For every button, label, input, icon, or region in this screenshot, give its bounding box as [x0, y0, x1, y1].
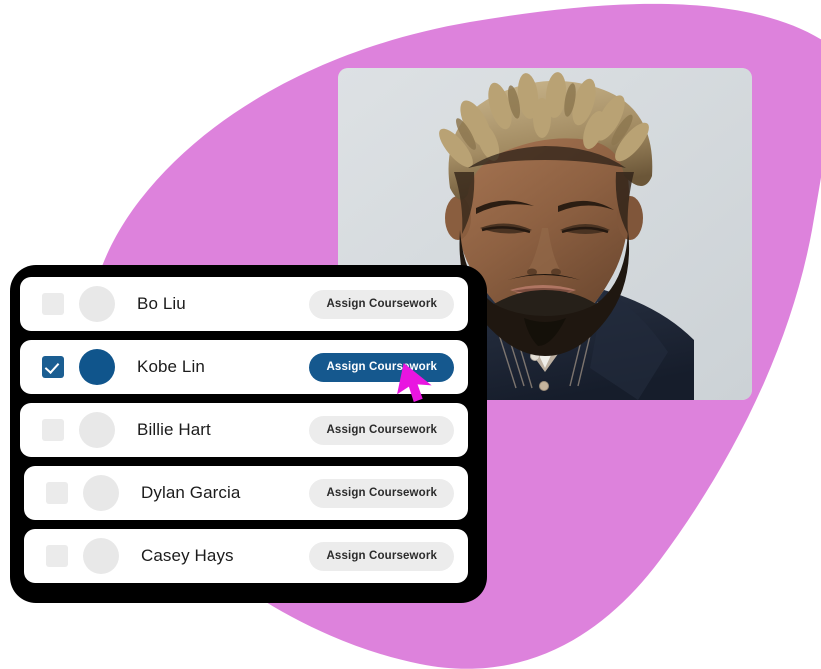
roster-row[interactable]: Kobe Lin Assign Coursework	[20, 340, 468, 394]
person-name: Casey Hays	[141, 546, 234, 565]
person-name: Bo Liu	[137, 294, 186, 313]
row-checkbox[interactable]	[46, 545, 68, 567]
assign-coursework-button[interactable]: Assign Coursework	[309, 289, 454, 319]
assign-coursework-button[interactable]: Assign Coursework	[309, 478, 454, 508]
assign-coursework-button[interactable]: Assign Coursework	[309, 415, 454, 445]
row-checkbox[interactable]	[42, 419, 64, 441]
avatar	[79, 286, 115, 322]
assign-coursework-button[interactable]: Assign Coursework	[309, 352, 454, 382]
roster-row[interactable]: Casey Hays Assign Coursework	[24, 529, 468, 583]
illustration-stage: Bo Liu Assign Coursework Kobe Lin Assign…	[0, 0, 821, 669]
avatar	[83, 538, 119, 574]
avatar	[83, 475, 119, 511]
student-roster-list: Bo Liu Assign Coursework Kobe Lin Assign…	[20, 277, 468, 583]
roster-row[interactable]: Bo Liu Assign Coursework	[20, 277, 468, 331]
row-checkbox[interactable]	[46, 482, 68, 504]
roster-row[interactable]: Dylan Garcia Assign Coursework	[24, 466, 468, 520]
row-checkbox[interactable]	[42, 293, 64, 315]
avatar	[79, 349, 115, 385]
row-checkbox[interactable]	[42, 356, 64, 378]
roster-row[interactable]: Billie Hart Assign Coursework	[20, 403, 468, 457]
assign-coursework-button[interactable]: Assign Coursework	[309, 541, 454, 571]
person-name: Dylan Garcia	[141, 483, 241, 502]
person-name: Kobe Lin	[137, 357, 205, 376]
avatar	[79, 412, 115, 448]
person-name: Billie Hart	[137, 420, 211, 439]
